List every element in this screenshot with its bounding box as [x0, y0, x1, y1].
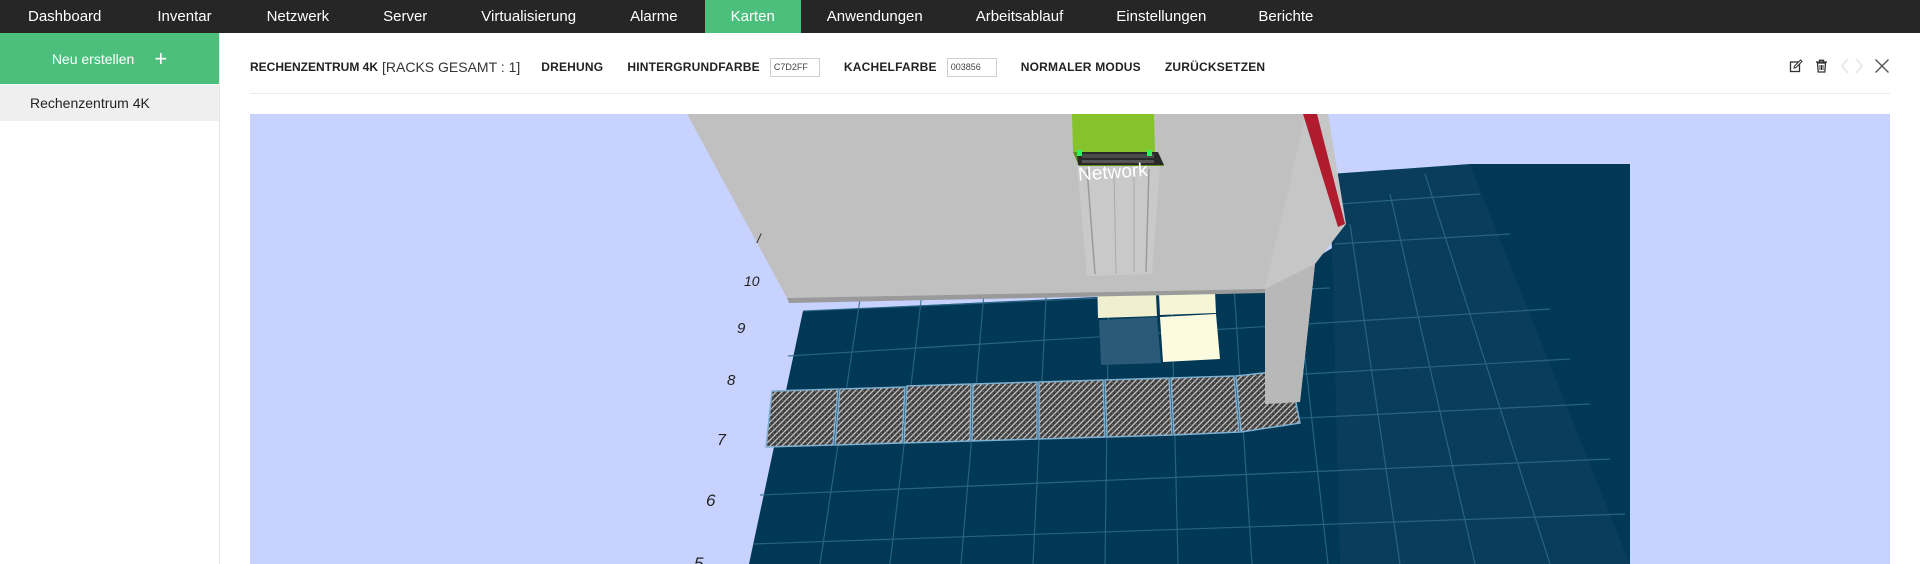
- background-color-input[interactable]: [769, 57, 820, 77]
- nav-label: Netzwerk: [266, 8, 330, 25]
- nav-arbeitsablauf[interactable]: Arbeitsablauf: [949, 0, 1091, 33]
- sidebar-item-rechenzentrum-4k[interactable]: Rechenzentrum 4K: [0, 85, 219, 121]
- tile-color-label: KACHELFARBE: [843, 60, 937, 74]
- map-title: RECHENZENTRUM 4K: [250, 60, 379, 74]
- create-new-button[interactable]: Neu erstellen +: [0, 33, 219, 84]
- floor-scene: Network / 10 9 8 7 6 5: [687, 114, 1630, 564]
- datacenter-3d-view[interactable]: Network / 10 9 8 7 6 5: [250, 114, 1890, 564]
- nav-label: Dashboard: [28, 8, 102, 25]
- nav-label: Inventar: [157, 8, 212, 25]
- nav-virtualisierung[interactable]: Virtualisierung: [454, 0, 603, 33]
- trash-icon[interactable]: [1815, 59, 1828, 73]
- rotation-button[interactable]: DREHUNG: [541, 60, 603, 74]
- row-label: 5: [694, 554, 704, 564]
- plus-icon: +: [154, 45, 168, 71]
- room-ceiling: [687, 114, 1306, 298]
- nav-label: Virtualisierung: [481, 8, 577, 25]
- chevron-right-icon[interactable]: [1854, 58, 1864, 74]
- row-label: 7: [717, 432, 727, 449]
- nav-label: Server: [383, 8, 428, 25]
- nav-label: Berichte: [1258, 8, 1314, 25]
- row-label: 10: [744, 273, 760, 289]
- chevron-left-icon[interactable]: [1840, 58, 1850, 74]
- nav-label: Anwendungen: [826, 8, 923, 25]
- row-label: 9: [737, 320, 746, 337]
- background-color-label: HINTERGRUNDFARBE: [627, 60, 760, 74]
- close-icon[interactable]: [1874, 58, 1890, 74]
- nav-server[interactable]: Server: [356, 0, 454, 33]
- nav-netzwerk[interactable]: Netzwerk: [240, 0, 357, 33]
- reset-button[interactable]: ZURÜCKSETZEN: [1165, 60, 1265, 74]
- edit-icon[interactable]: [1789, 59, 1803, 73]
- nav-berichte[interactable]: Berichte: [1232, 0, 1339, 33]
- sidebar: Neu erstellen + Rechenzentrum 4K: [0, 33, 220, 564]
- network-rack: Network: [1072, 114, 1164, 276]
- top-navigation: Dashboard Inventar Netzwerk Server Virtu…: [0, 0, 1920, 33]
- nav-anwendungen[interactable]: Anwendungen: [801, 0, 949, 33]
- nav-label: Alarme: [630, 8, 678, 25]
- normal-mode-button[interactable]: NORMALER MODUS: [1021, 60, 1141, 74]
- create-new-label: Neu erstellen: [51, 50, 135, 67]
- map-toolbar: RECHENZENTRUM 4K [RACKS GESAMT : 1] DREH…: [250, 52, 1890, 82]
- sidebar-item-label: Rechenzentrum 4K: [30, 95, 150, 111]
- toolbar-divider: [250, 93, 1890, 94]
- row-label: 6: [706, 491, 716, 510]
- toolbar-actions: [1777, 58, 1890, 74]
- nav-label: Karten: [730, 8, 775, 25]
- nav-inventar[interactable]: Inventar: [129, 0, 239, 33]
- tile-color-input[interactable]: [946, 57, 997, 77]
- nav-dashboard[interactable]: Dashboard: [0, 0, 129, 33]
- row-label: 8: [727, 372, 736, 389]
- nav-einstellungen[interactable]: Einstellungen: [1090, 0, 1232, 33]
- nav-label: Einstellungen: [1116, 8, 1207, 25]
- highlight-tile: [1160, 314, 1220, 362]
- nav-label: Arbeitsablauf: [975, 8, 1064, 25]
- highlight-tile: [1099, 317, 1161, 365]
- nav-alarme[interactable]: Alarme: [603, 0, 705, 33]
- nav-karten[interactable]: Karten: [704, 0, 801, 33]
- rack-count: [RACKS GESAMT : 1]: [382, 59, 521, 75]
